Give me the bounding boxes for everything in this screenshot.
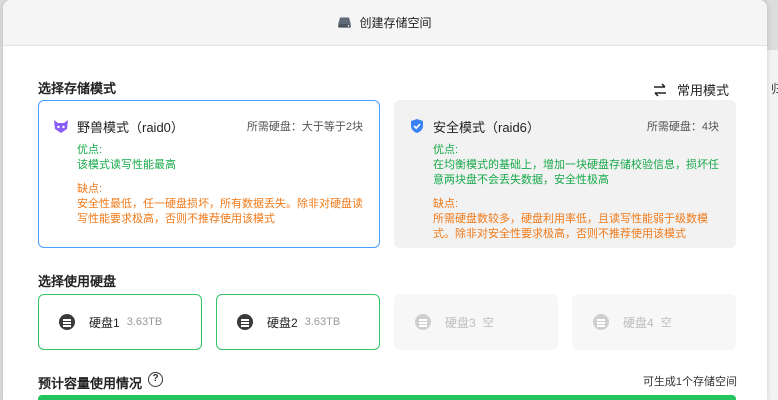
disk-status: 空 xyxy=(482,317,494,329)
disk-capacity: 3.63TB xyxy=(304,316,341,328)
capacity-usage-bar xyxy=(38,395,736,400)
disk-name: 硬盘1 xyxy=(89,315,120,330)
question-circle-icon[interactable]: ? xyxy=(148,372,163,387)
blue-shield-check-icon xyxy=(409,118,425,134)
pros-label: 优点: xyxy=(77,144,103,156)
pros-label: 优点: xyxy=(433,144,459,156)
disk-name: 硬盘2 xyxy=(267,315,298,330)
storage-count-note: 可生成1个存储空间 xyxy=(642,376,737,388)
mode-requirement: 所需硬盘：4块 xyxy=(646,121,719,133)
switch-mode-label: 常用模式 xyxy=(676,83,729,98)
hard-disk-icon xyxy=(237,314,253,330)
dialog-titlebar: 创建存储空间 xyxy=(3,0,767,46)
mode-section-title: 选择存储模式 xyxy=(38,81,117,96)
disk-capacity: 3.63TB xyxy=(126,316,163,328)
purple-beast-icon xyxy=(53,118,69,134)
pros-text: 在均衡模式的基础上，增加一块硬盘存储校验信息，损坏任意两块盘不会丢失数据，安全性… xyxy=(433,159,719,186)
dialog-title: 创建存储空间 xyxy=(359,16,432,30)
pros-text: 该模式读写性能最高 xyxy=(77,159,176,171)
disk-section-title: 选择使用硬盘 xyxy=(38,274,117,289)
mode-card-raid6[interactable]: 安全模式（raid6） 所需硬盘：4块 优点: 在均衡模式的基础上，增加一块硬盘… xyxy=(394,100,736,248)
cons-text: 安全性最低，任一硬盘损坏，所有数据丢失。除非对硬盘读写性能要求极高，否则不推荐使… xyxy=(77,198,363,225)
drive-icon xyxy=(338,17,352,28)
disk-option-1[interactable]: 硬盘1 3.63TB xyxy=(38,294,202,350)
hard-disk-icon xyxy=(59,314,75,330)
mode-name: 安全模式（raid6） xyxy=(433,119,540,135)
disk-status: 空 xyxy=(660,317,672,329)
background-window-edge: 归 xyxy=(766,50,778,400)
disk-name: 硬盘3 xyxy=(445,315,476,330)
mode-name: 野兽模式（raid0） xyxy=(77,119,184,135)
disk-option-4: 硬盘4 空 xyxy=(572,294,736,350)
cons-label: 缺点: xyxy=(433,198,459,210)
hard-disk-icon xyxy=(415,314,431,330)
cons-text: 所需硬盘数较多，硬盘利用率低，且读写性能弱于级数模式。除非对安全性要求极高，否则… xyxy=(433,213,708,240)
capacity-section-title: 预计容量使用情况 xyxy=(38,376,143,391)
disk-option-3: 硬盘3 空 xyxy=(394,294,558,350)
disk-option-2[interactable]: 硬盘2 3.63TB xyxy=(216,294,380,350)
mode-requirement: 所需硬盘：大于等于2块 xyxy=(246,121,363,133)
disk-name: 硬盘4 xyxy=(623,315,654,330)
create-storage-dialog: 创建存储空间 选择存储模式 常用模式 野兽模式（raid0） 所需硬盘：大于等于… xyxy=(3,0,767,400)
switch-mode-button[interactable]: 常用模式 xyxy=(653,80,729,99)
cons-label: 缺点: xyxy=(77,183,103,195)
hard-disk-icon xyxy=(593,314,609,330)
swap-arrows-icon xyxy=(653,82,667,97)
mode-card-raid0[interactable]: 野兽模式（raid0） 所需硬盘：大于等于2块 优点: 该模式读写性能最高 缺点… xyxy=(38,100,380,248)
background-edge-text: 归 xyxy=(771,82,778,96)
